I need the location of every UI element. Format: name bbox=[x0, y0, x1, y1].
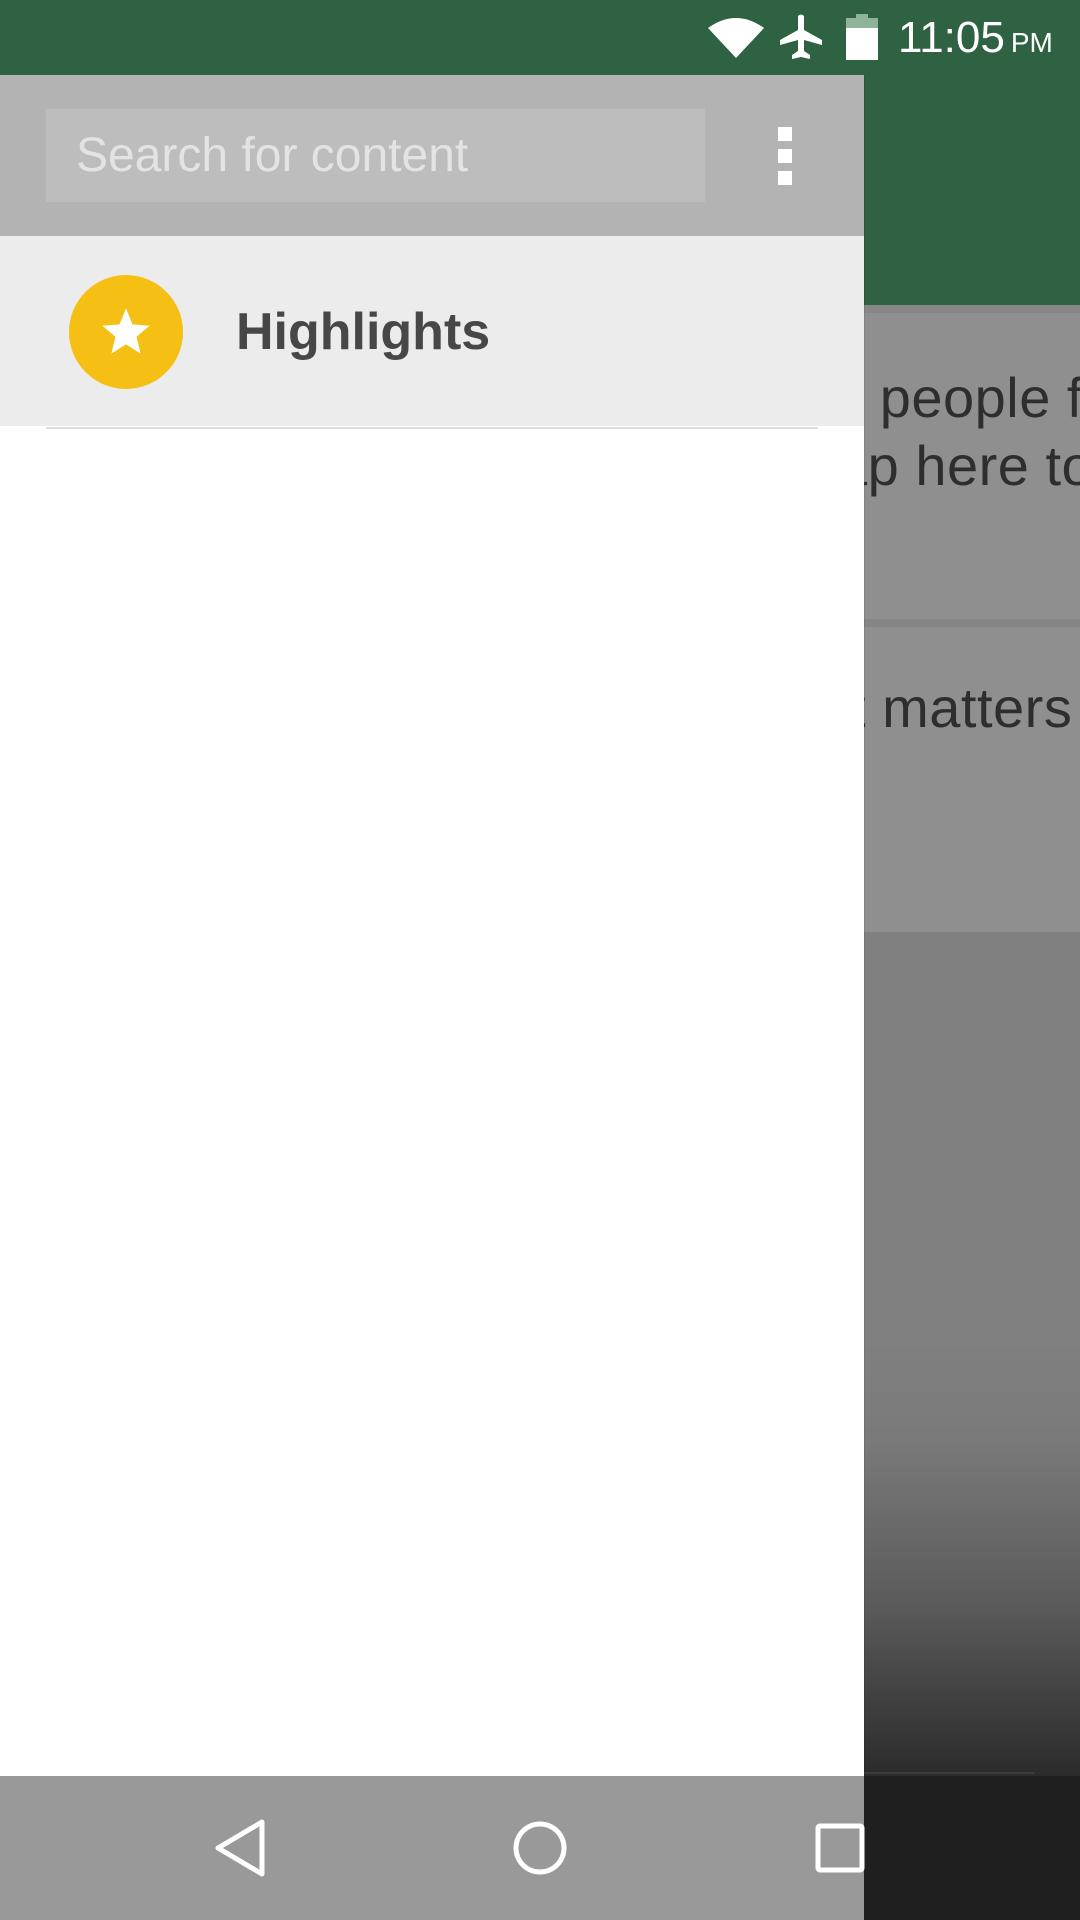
card-text-line: ap here to bbox=[836, 434, 1080, 497]
battery-icon bbox=[846, 14, 878, 60]
card-text-line: t matters bbox=[850, 676, 1073, 739]
drawer-divider bbox=[46, 427, 818, 429]
home-button[interactable] bbox=[504, 1812, 576, 1884]
drawer-item-highlights[interactable]: Highlights bbox=[0, 236, 864, 426]
clock-time: 11:05 bbox=[898, 13, 1005, 62]
search-input[interactable] bbox=[46, 109, 705, 202]
star-icon bbox=[102, 308, 150, 354]
recents-square-icon bbox=[815, 1823, 865, 1873]
clock: 11:05 PM bbox=[898, 12, 1053, 64]
back-button[interactable] bbox=[204, 1812, 276, 1884]
back-triangle-icon bbox=[215, 1819, 265, 1877]
overflow-menu-button[interactable] bbox=[760, 115, 812, 195]
background-divider bbox=[864, 1772, 1034, 1774]
navigation-bar bbox=[0, 1776, 1080, 1920]
airplane-mode-icon bbox=[780, 14, 822, 59]
status-bar: 11:05 PM bbox=[0, 0, 1080, 75]
card-text-line: n people f bbox=[832, 366, 1080, 429]
navigation-drawer: Highlights bbox=[0, 75, 864, 1776]
recents-button[interactable] bbox=[804, 1812, 876, 1884]
wifi-icon bbox=[708, 18, 764, 58]
clock-ampm: PM bbox=[1010, 27, 1053, 58]
home-circle-icon bbox=[513, 1821, 567, 1875]
drawer-item-label: Highlights bbox=[236, 303, 491, 361]
highlights-icon-badge bbox=[69, 275, 183, 389]
drawer-edge bbox=[864, 75, 865, 1776]
navigation-bar-scrim bbox=[0, 1776, 864, 1920]
drawer-header bbox=[0, 75, 864, 236]
